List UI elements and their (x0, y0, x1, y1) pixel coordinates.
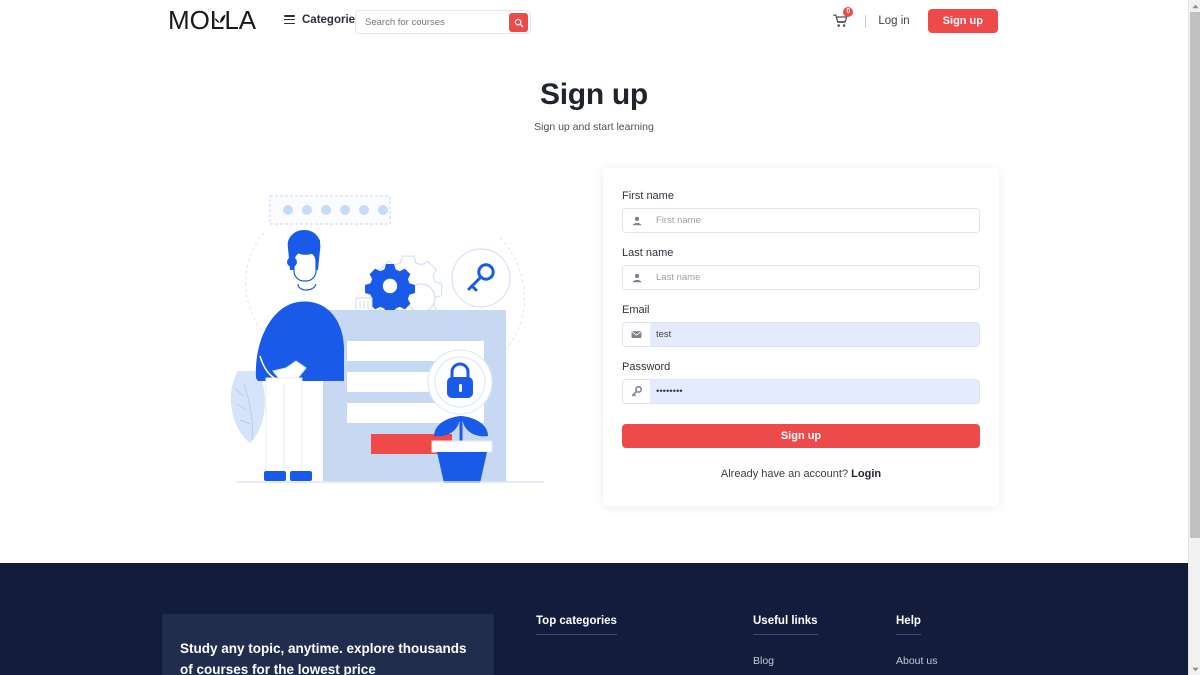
signup-illustration (228, 188, 573, 500)
have-account-text: Already have an account? Login (622, 468, 980, 480)
have-account-label: Already have an account? (720, 468, 852, 480)
footer-heading: Help (896, 615, 921, 635)
header-actions: 0 Log in Sign up (829, 7, 998, 33)
person-icon (623, 266, 650, 289)
email-label: Email (622, 304, 650, 316)
search-icon (514, 18, 523, 27)
chevron-up-icon (1191, 4, 1199, 8)
signup-form-card: First name Last name (603, 168, 999, 506)
signup-form: First name Last name (603, 168, 999, 480)
page-root: MOLLA Categories Search for courses 0 Lo… (0, 0, 1200, 675)
first-name-label: First name (622, 190, 674, 202)
footer-link-blog[interactable]: Blog (753, 655, 774, 667)
footer-heading: Top categories (536, 615, 617, 635)
footer-link-about-us[interactable]: About us (896, 655, 937, 667)
site-footer: Study any topic, anytime. explore thousa… (0, 563, 1188, 675)
last-name-input-row[interactable] (622, 265, 980, 290)
footer-promo-card: Study any topic, anytime. explore thousa… (162, 614, 494, 675)
footer-link-list: About us Privacy policy (896, 651, 960, 675)
field-password: Password (622, 361, 980, 404)
page-title: Sign up (540, 78, 648, 111)
leaf-icon (213, 3, 227, 32)
last-name-input[interactable] (650, 266, 979, 289)
last-name-label: Last name (622, 247, 674, 259)
field-first-name: First name (622, 190, 980, 233)
password-input[interactable] (650, 380, 979, 403)
footer-heading: Useful links (753, 615, 818, 635)
page-scrollbar[interactable] (1188, 0, 1200, 675)
first-name-input-row[interactable] (622, 208, 980, 233)
footer-promo-text: Study any topic, anytime. explore thousa… (180, 641, 467, 675)
page-subtitle: Sign up and start learning (534, 121, 654, 133)
password-input-row[interactable] (622, 379, 980, 404)
email-input-row[interactable] (622, 322, 980, 347)
cart-button[interactable]: 0 (829, 7, 854, 32)
key-icon (623, 380, 650, 403)
footer-column-top-categories: Top categories (536, 611, 617, 651)
person-icon (623, 209, 650, 232)
cart-count-badge: 0 (843, 7, 854, 17)
scroll-down-button[interactable] (1189, 663, 1200, 675)
email-input[interactable] (650, 323, 979, 346)
scroll-up-button[interactable] (1189, 0, 1200, 12)
list-item: Blog (753, 651, 818, 669)
search-input[interactable] (356, 16, 496, 28)
footer-link-list: Blog All courses (753, 651, 818, 675)
chevron-down-icon (1191, 667, 1199, 671)
first-name-input[interactable] (650, 209, 979, 232)
signup-button[interactable]: Sign up (927, 9, 998, 33)
login-link[interactable]: Log in (878, 15, 909, 27)
list-item: About us (896, 651, 960, 669)
hamburger-icon (284, 13, 295, 26)
header-divider (865, 14, 867, 28)
signup-submit-button[interactable]: Sign up (622, 424, 980, 448)
search-bar[interactable] (355, 10, 531, 34)
hero-section: Sign up Sign up and start learning (0, 78, 1188, 133)
categories-label: Categories (302, 13, 362, 26)
footer-column-useful-links: Useful links Blog All courses (753, 611, 818, 675)
footer-column-help: Help About us Privacy policy (896, 611, 960, 675)
field-last-name: Last name (622, 247, 980, 290)
categories-menu[interactable]: Categories (284, 13, 361, 26)
login-link-inline[interactable]: Login (851, 468, 881, 480)
site-header: MOLLA Categories Search for courses 0 Lo… (0, 0, 1188, 42)
envelope-icon (623, 323, 650, 346)
password-label: Password (622, 361, 671, 373)
site-logo[interactable]: MOLLA (168, 6, 256, 34)
search-button[interactable] (509, 13, 528, 32)
field-email: Email (622, 304, 980, 347)
scrollbar-thumb[interactable] (1190, 12, 1200, 538)
